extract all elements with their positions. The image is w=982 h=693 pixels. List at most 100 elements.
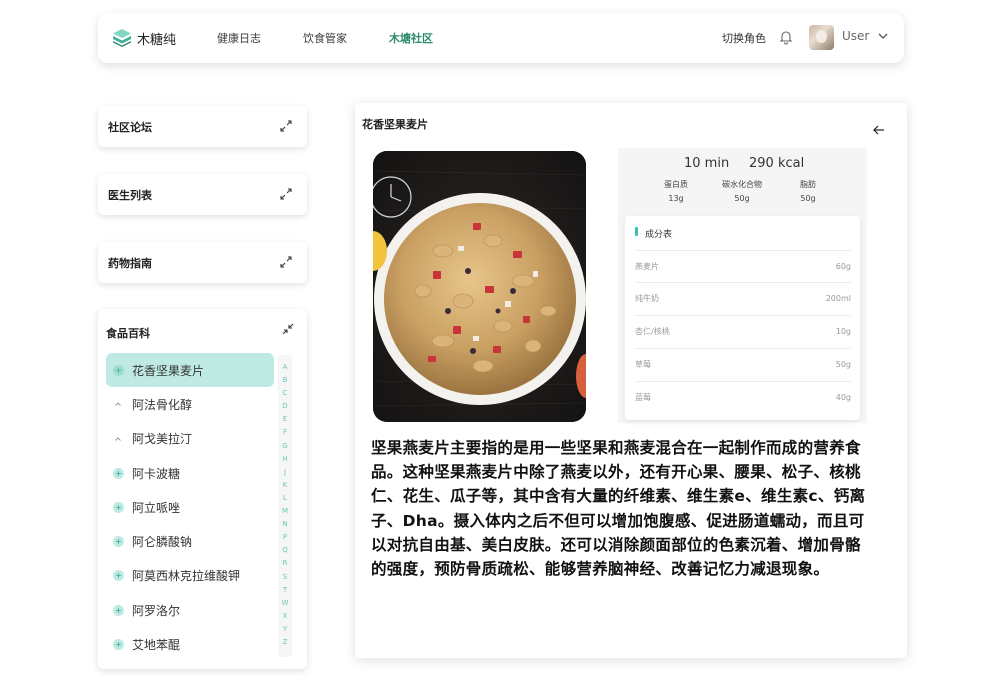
plus-circle-icon [106, 353, 130, 387]
ingredient-name: 纯牛奶 [635, 294, 659, 303]
alphabet-letter[interactable]: A [278, 361, 292, 374]
chevron-up-icon [106, 422, 130, 456]
alphabet-letter[interactable]: Y [278, 623, 292, 636]
card-title: 社区论坛 [108, 121, 152, 134]
nutrient-label: 蛋白质 [664, 180, 688, 189]
list-item[interactable]: 艾地苯醌 [106, 627, 274, 661]
expand-icon[interactable] [279, 119, 293, 133]
food-item-name: 阿罗洛尔 [132, 603, 181, 618]
accent-bar [635, 227, 638, 236]
card-community-forum[interactable]: 社区论坛 [98, 106, 307, 147]
nutrient-label: 碳水化合物 [722, 180, 762, 189]
nutrient-value: 13g [668, 194, 684, 203]
nav-item-diet-manager[interactable]: 饮食管家 [303, 30, 347, 46]
card-doctor-list[interactable]: 医生列表 [98, 174, 307, 215]
alphabet-letter[interactable]: F [278, 426, 292, 439]
card-drug-guide[interactable]: 药物指南 [98, 242, 307, 283]
nutrient-fat: 脂肪 50g [778, 178, 838, 206]
alphabet-letter[interactable]: R [278, 557, 292, 570]
ingredient-amount: 50g [835, 360, 851, 369]
alphabet-letter[interactable]: E [278, 413, 292, 426]
cube-logo-icon [113, 29, 131, 47]
ingredient-name: 蓝莓 [635, 393, 651, 402]
list-item[interactable]: 花香坚果麦片 [106, 353, 274, 388]
table-row: 纯牛奶 200ml [635, 282, 851, 314]
list-item[interactable]: 阿立哌唑 [106, 490, 274, 524]
alphabet-letter[interactable]: Z [278, 636, 292, 649]
expand-icon[interactable] [279, 187, 293, 201]
alphabet-letter[interactable]: S [278, 571, 292, 584]
plus-circle-icon [106, 593, 130, 627]
ingredient-name: 燕麦片 [635, 262, 659, 271]
nutrient-protein: 蛋白质 13g [646, 178, 706, 206]
alphabet-letter[interactable]: G [278, 440, 292, 453]
chevron-down-icon[interactable] [877, 30, 889, 42]
nutrient-carbohydrate: 碳水化合物 50g [712, 178, 772, 206]
expand-icon[interactable] [279, 255, 293, 269]
cook-time: 10 min [684, 156, 730, 171]
alphabet-letter[interactable]: L [278, 492, 292, 505]
ingredients-table: 成分表 燕麦片 60g 纯牛奶 200ml 杏仁/核桃 10g 草莓 50g 蓝… [625, 216, 860, 420]
detail-title: 花香坚果麦片 [362, 118, 428, 131]
food-item-name: 阿戈美拉汀 [132, 432, 193, 447]
plus-circle-icon [106, 456, 130, 490]
list-item[interactable]: 阿罗洛尔 [106, 593, 274, 627]
alphabet-letter[interactable]: T [278, 584, 292, 597]
card-title: 药物指南 [108, 257, 152, 270]
alphabet-letter[interactable]: X [278, 610, 292, 623]
food-photo [373, 151, 586, 422]
alphabet-letter[interactable]: Q [278, 544, 292, 557]
ingredient-amount: 60g [835, 262, 851, 271]
user-name[interactable]: User [842, 29, 869, 43]
ingredients-title: 成分表 [645, 230, 673, 240]
calories: 290 kcal [749, 156, 805, 171]
ingredient-amount: 40g [835, 393, 851, 402]
list-item[interactable]: 阿卡波糖 [106, 456, 274, 490]
plus-circle-icon [106, 559, 130, 593]
chevron-up-icon [106, 387, 130, 421]
alphabet-letter[interactable]: P [278, 531, 292, 544]
alphabet-letter[interactable]: M [278, 505, 292, 518]
plus-circle-icon [106, 490, 130, 524]
brand-logo[interactable]: 木糖纯 [112, 28, 176, 48]
plus-circle-icon [106, 524, 130, 558]
alphabet-letter[interactable]: H [278, 453, 292, 466]
ingredient-amount: 200ml [825, 294, 851, 303]
list-item[interactable]: 阿仑膦酸钠 [106, 524, 274, 558]
food-item-name: 阿法骨化醇 [132, 397, 193, 412]
alphabet-letter[interactable]: D [278, 400, 292, 413]
alphabet-letter[interactable]: C [278, 387, 292, 400]
nutrition-summary: 10 min 290 kcal 蛋白质 13g 碳水化合物 50g 脂肪 50g… [618, 148, 867, 423]
ingredient-amount: 10g [835, 327, 851, 336]
alphabet-letter[interactable]: B [278, 374, 292, 387]
granola-bowl-image [373, 151, 586, 422]
nutrient-value: 50g [800, 194, 816, 203]
food-description: 坚果燕麦片主要指的是用一些坚果和燕麦混合在一起制作而成的营养食品。这种坚果燕麦片… [371, 439, 866, 579]
food-encyclopedia-panel: 食品百科 花香坚果麦片阿法骨化醇阿戈美拉汀阿卡波糖阿立哌唑 阿仑膦酸钠阿莫西林克拉… [98, 309, 307, 669]
list-item[interactable]: 阿法骨化醇 [106, 387, 274, 421]
food-item-name: 阿莫西林克拉维酸钾 [132, 569, 241, 584]
alphabet-letter[interactable]: W [278, 597, 292, 610]
switch-role-link[interactable]: 切换角色 [722, 30, 766, 46]
bell-icon[interactable] [778, 29, 794, 45]
avatar[interactable] [809, 25, 834, 50]
nav-item-community[interactable]: 木塘社区 [389, 30, 433, 46]
food-item-name: 阿卡波糖 [132, 466, 181, 481]
list-item[interactable]: 阿莫西林克拉维酸钾 [106, 559, 274, 593]
card-title: 医生列表 [108, 189, 152, 202]
collapse-icon[interactable] [281, 322, 295, 336]
table-row: 燕麦片 60g [635, 250, 851, 282]
top-navigation-bar: 木糖纯 健康日志 饮食管家 木塘社区 切换角色 User [98, 13, 904, 63]
alphabet-letter[interactable]: N [278, 518, 292, 531]
ingredient-name: 杏仁/核桃 [635, 327, 670, 336]
plus-circle-icon [106, 627, 130, 661]
panel-title: 食品百科 [106, 327, 150, 340]
nav-item-health-log[interactable]: 健康日志 [217, 30, 261, 46]
ingredient-name: 草莓 [635, 360, 651, 369]
list-item[interactable]: 阿戈美拉汀 [106, 422, 274, 456]
food-item-name: 艾地苯醌 [132, 638, 181, 653]
alphabet-letter[interactable]: K [278, 479, 292, 492]
food-detail-panel: 花香坚果麦片 10 min 290 kcal 蛋白质 13g 碳水化合物 50g… [355, 103, 907, 658]
alphabet-letter[interactable]: J [278, 466, 292, 479]
back-arrow-icon[interactable] [872, 123, 886, 137]
